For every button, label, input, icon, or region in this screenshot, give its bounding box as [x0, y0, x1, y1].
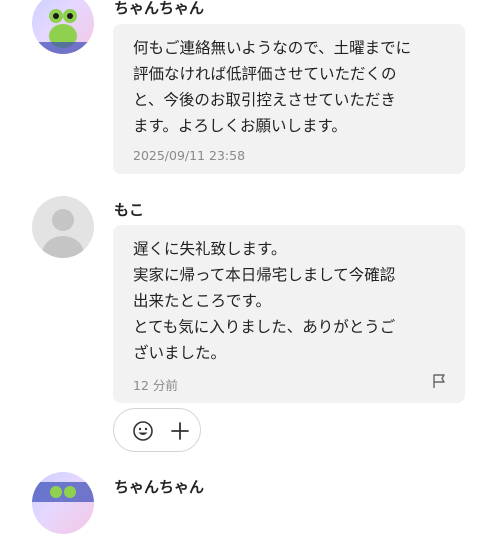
message-timestamp: 2025/09/11 23:58 — [133, 148, 246, 163]
message-line: 評価なければ低評価させていただくの — [133, 65, 397, 83]
message-line: 何もご連絡無いようなので、土曜までに — [133, 39, 412, 57]
message-timestamp: 12 分前 — [133, 378, 178, 393]
message-line: ます。よろしくお願いします。 — [133, 117, 347, 135]
message-bubble: 遅くに失礼致します。 実家に帰って本日帰宅しまして今確認 出来たところです。 と… — [113, 225, 465, 403]
avatar-chanchan[interactable] — [32, 472, 94, 534]
message-line: ざいました。 — [133, 344, 227, 362]
message-line: と、今後のお取引控えさせていただき — [133, 91, 396, 109]
message-line: 遅くに失礼致します。 — [133, 240, 287, 258]
avatar-moko[interactable] — [32, 196, 94, 258]
message-author: もこ — [114, 201, 145, 219]
message-text: 何もご連絡無いようなので、土曜までに 評価なければ低評価させていただくの と、今… — [133, 35, 455, 139]
message-text: 遅くに失礼致します。 実家に帰って本日帰宅しまして今確認 出来たところです。 と… — [133, 236, 455, 366]
reaction-bar — [113, 408, 201, 452]
smiley-icon[interactable] — [132, 420, 154, 442]
avatar-chanchan[interactable] — [32, 0, 94, 54]
message-line: 出来たところです。 — [133, 292, 271, 310]
plus-icon[interactable] — [169, 420, 191, 442]
message-line: 実家に帰って本日帰宅しまして今確認 — [133, 266, 396, 284]
frog-mascot-icon — [32, 482, 94, 502]
frog-mascot-icon — [32, 9, 94, 54]
message-bubble: 何もご連絡無いようなので、土曜までに 評価なければ低評価させていただくの と、今… — [113, 24, 465, 174]
message-author: ちゃんちゃん — [114, 0, 205, 17]
flag-icon[interactable] — [431, 373, 447, 389]
message-line: とても気に入りました、ありがとうご — [133, 318, 396, 336]
message-author: ちゃんちゃん — [114, 478, 205, 496]
default-user-icon — [42, 209, 84, 258]
